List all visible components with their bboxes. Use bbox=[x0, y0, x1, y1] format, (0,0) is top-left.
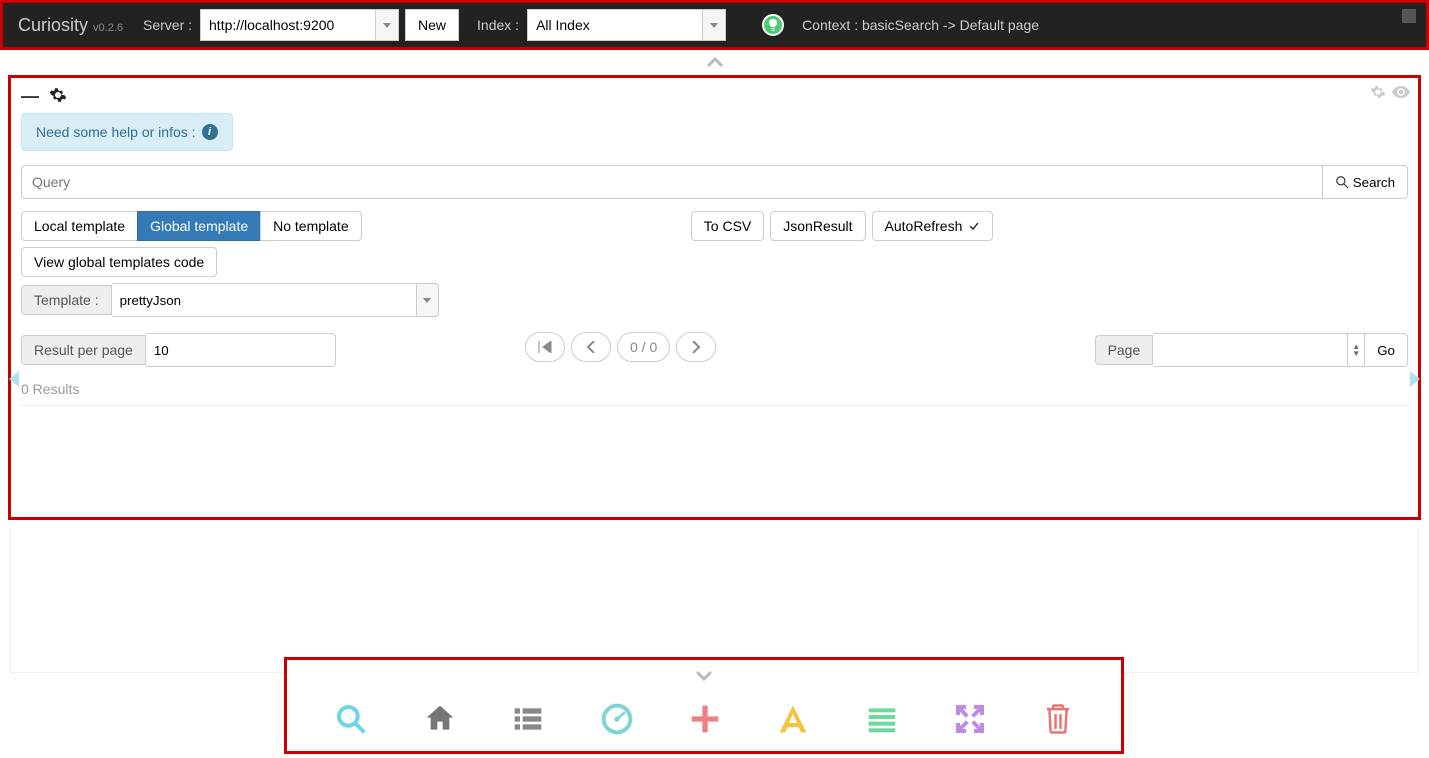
info-icon: i bbox=[202, 124, 218, 140]
app-version: v0.2.6 bbox=[93, 22, 123, 34]
lower-panel bbox=[10, 528, 1419, 673]
rpp-input[interactable] bbox=[146, 333, 336, 367]
list-icon[interactable] bbox=[512, 703, 544, 743]
server-dropdown-toggle[interactable] bbox=[375, 9, 399, 41]
minimize-panel-button[interactable]: — bbox=[21, 86, 39, 107]
pager-prev-button[interactable] bbox=[571, 332, 611, 362]
global-template-button[interactable]: Global template bbox=[137, 211, 261, 241]
autorefresh-label: AutoRefresh bbox=[885, 218, 963, 234]
new-server-button[interactable]: New bbox=[405, 9, 459, 41]
window-indicator-icon bbox=[1402, 9, 1416, 23]
gauge-icon[interactable] bbox=[601, 703, 633, 743]
help-alert[interactable]: Need some help or infos : i bbox=[21, 113, 233, 151]
panel-left-arrow[interactable] bbox=[5, 368, 25, 396]
search-button-label: Search bbox=[1353, 175, 1395, 190]
search-icon bbox=[1335, 175, 1349, 189]
template-row: Template : bbox=[21, 283, 1408, 317]
index-input[interactable] bbox=[527, 9, 702, 41]
pager-first-button[interactable] bbox=[525, 332, 565, 362]
font-icon[interactable] bbox=[777, 703, 809, 743]
chevron-down-icon bbox=[383, 23, 391, 28]
rpp-label: Result per page bbox=[21, 335, 146, 365]
panel-tools-right bbox=[1370, 84, 1410, 103]
collapse-top-toggle[interactable] bbox=[0, 50, 1429, 75]
status-bulb-icon[interactable] bbox=[762, 14, 784, 36]
gear-icon[interactable] bbox=[1370, 84, 1386, 103]
collapse-bottom-toggle[interactable] bbox=[287, 660, 1121, 695]
app-brand: Curiosity v0.2.6 bbox=[18, 15, 123, 36]
check-icon bbox=[968, 220, 980, 232]
view-global-templates-button[interactable]: View global templates code bbox=[21, 247, 217, 277]
eye-icon[interactable] bbox=[1392, 84, 1410, 103]
template-dropdown-toggle[interactable] bbox=[417, 283, 439, 317]
server-label: Server : bbox=[143, 17, 192, 33]
page-label: Page bbox=[1095, 335, 1154, 365]
page-jump-group: Page ▲▼ Go bbox=[1095, 333, 1408, 367]
server-group: Server : New bbox=[143, 9, 459, 41]
results-per-page-group: Result per page bbox=[21, 333, 336, 367]
to-csv-button[interactable]: To CSV bbox=[691, 211, 764, 241]
bottom-controls: Result per page 0 / 0 Page ▲▼ Go bbox=[21, 327, 1408, 367]
pager: 0 / 0 bbox=[525, 332, 716, 362]
chevron-up-icon bbox=[706, 56, 724, 68]
query-input[interactable] bbox=[21, 165, 1322, 199]
chevron-down-icon bbox=[423, 298, 431, 303]
index-label: Index : bbox=[477, 17, 519, 33]
no-template-button[interactable]: No template bbox=[260, 211, 361, 241]
expand-icon[interactable] bbox=[954, 703, 986, 743]
local-template-button[interactable]: Local template bbox=[21, 211, 138, 241]
template-label: Template : bbox=[21, 285, 112, 315]
query-row: Search bbox=[21, 165, 1408, 199]
chevron-down-icon bbox=[694, 669, 714, 683]
panel-tools: — bbox=[21, 86, 1408, 107]
context-label: Context : basicSearch -> Default page bbox=[802, 17, 1039, 33]
index-group: Index : bbox=[477, 9, 726, 41]
toolbar-row: Local template Global template No templa… bbox=[21, 211, 1408, 277]
page-spinner[interactable]: ▲▼ bbox=[1348, 333, 1365, 367]
server-input[interactable] bbox=[200, 9, 375, 41]
trash-icon[interactable] bbox=[1043, 703, 1073, 743]
chevron-down-icon: ▼ bbox=[1352, 350, 1360, 357]
chevron-right-icon bbox=[691, 341, 701, 353]
chevron-left-icon bbox=[586, 341, 596, 353]
page-go-button[interactable]: Go bbox=[1365, 333, 1408, 367]
json-result-button[interactable]: JsonResult bbox=[770, 211, 865, 241]
search-icon[interactable] bbox=[335, 703, 367, 743]
pager-position: 0 / 0 bbox=[617, 332, 670, 362]
fast-backward-icon bbox=[538, 341, 552, 353]
app-name: Curiosity bbox=[18, 15, 88, 35]
bottom-toolbar bbox=[284, 657, 1124, 754]
search-button[interactable]: Search bbox=[1322, 165, 1408, 199]
help-text: Need some help or infos : bbox=[36, 124, 196, 140]
results-count: 0 Results bbox=[21, 381, 1408, 406]
align-icon[interactable] bbox=[866, 703, 898, 743]
main-panel: — Need some help or infos : i Search Loc… bbox=[8, 75, 1421, 520]
gear-icon[interactable] bbox=[49, 86, 67, 107]
pager-next-button[interactable] bbox=[676, 332, 716, 362]
arrow-left-icon bbox=[5, 369, 25, 389]
autorefresh-button[interactable]: AutoRefresh bbox=[872, 211, 994, 241]
panel-right-arrow[interactable] bbox=[1404, 368, 1424, 396]
template-input[interactable] bbox=[112, 283, 417, 317]
plus-icon[interactable] bbox=[689, 703, 721, 743]
chevron-down-icon bbox=[710, 23, 718, 28]
home-icon[interactable] bbox=[424, 703, 456, 743]
top-navbar: Curiosity v0.2.6 Server : New Index : Co… bbox=[0, 0, 1429, 50]
arrow-right-icon bbox=[1404, 369, 1424, 389]
page-input[interactable] bbox=[1153, 333, 1348, 367]
index-dropdown-toggle[interactable] bbox=[702, 9, 726, 41]
